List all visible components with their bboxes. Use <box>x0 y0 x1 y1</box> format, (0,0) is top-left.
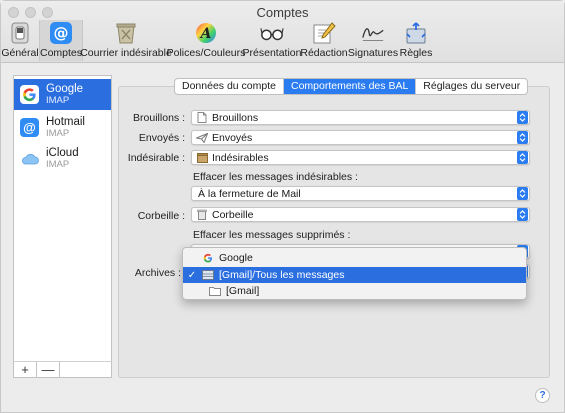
erase-junk-popup[interactable]: À la fermeture de Mail <box>191 186 530 201</box>
sent-mailbox-popup[interactable]: Envoyés <box>191 130 530 145</box>
drafts-mailbox-popup[interactable]: Brouillons <box>191 110 530 125</box>
account-type: IMAP <box>46 127 70 139</box>
popup-arrows-icon <box>517 131 528 144</box>
trash-icon <box>196 209 208 220</box>
google-icon <box>201 253 214 264</box>
help-button[interactable]: ? <box>535 388 550 403</box>
cloud-icon <box>20 149 39 168</box>
menu-item-google[interactable]: Google <box>183 250 526 266</box>
account-name: Google <box>46 82 84 95</box>
preferences-window: Comptes Général @ Comptes Courrier indés… <box>0 0 565 413</box>
account-item-icloud[interactable]: iCloud IMAP <box>14 143 111 174</box>
popup-arrows-icon <box>517 187 528 200</box>
toolbar-item-viewing[interactable]: Présentation <box>243 20 301 61</box>
add-account-button[interactable]: + <box>14 362 37 377</box>
erase-junk-value: À la fermeture de Mail <box>198 187 301 200</box>
account-tabs: Données du compte Comportements des BAL … <box>174 78 529 95</box>
sent-mailbox-value: Envoyés <box>212 131 253 144</box>
drafts-mailbox-value: Brouillons <box>212 111 259 124</box>
title-bar: Comptes Général @ Comptes Courrier indés… <box>1 1 564 63</box>
erase-junk-label: Effacer les messages indésirables : <box>193 171 358 183</box>
switch-icon <box>8 21 32 45</box>
svg-text:A: A <box>199 26 212 42</box>
junk-box-icon <box>196 152 208 163</box>
pencil-icon <box>312 21 336 45</box>
tab-account-info[interactable]: Données du compte <box>175 79 284 94</box>
menu-item-gmail-all-mail[interactable]: ✓ [Gmail]/Tous les messages <box>183 267 526 283</box>
sent-plane-icon <box>196 132 208 143</box>
erase-deleted-label: Effacer les messages supprimés : <box>193 229 351 241</box>
account-name: Hotmail <box>46 115 85 128</box>
toolbar-label: Comptes <box>40 47 83 59</box>
archive-label: Archives : <box>134 267 181 279</box>
toolbar-label: Règles <box>399 47 433 59</box>
account-type: IMAP <box>46 158 70 170</box>
trash-mailbox-value: Corbeille <box>212 208 254 221</box>
junk-mailbox-value: Indésirables <box>212 151 269 164</box>
archive-mailbox-menu: Google ✓ [Gmail]/Tous les messages [Gmai… <box>182 247 527 300</box>
toolbar-label: Courrier indésirable <box>80 47 172 59</box>
glasses-icon <box>260 21 284 45</box>
junk-label: Indésirable : <box>127 152 185 164</box>
toolbar-item-composing[interactable]: Rédaction <box>300 20 348 61</box>
toolbar-label: Signatures <box>347 47 399 59</box>
toolbar-label: Rédaction <box>300 47 348 59</box>
toolbar-item-general[interactable]: Général <box>1 20 39 61</box>
sent-label: Envoyés : <box>138 132 185 144</box>
rules-icon <box>404 21 428 45</box>
menu-item-label: [Gmail]/Tous les messages <box>219 269 345 281</box>
toolbar-item-signatures[interactable]: Signatures <box>347 20 399 61</box>
accounts-list: Google IMAP @ Hotmail IMAP iCloud IMAP <box>13 75 112 378</box>
popup-arrows-icon <box>517 208 528 221</box>
trash-label: Corbeille : <box>137 210 185 222</box>
accounts-list-controls: + — <box>13 361 112 378</box>
toolbar-label: Général <box>1 47 39 59</box>
at-icon: @ <box>49 21 73 45</box>
toolbar-item-rules[interactable]: Règles <box>399 20 433 61</box>
font-icon: A <box>194 21 218 45</box>
folder-icon <box>208 286 221 297</box>
account-item-hotmail[interactable]: @ Hotmail IMAP <box>14 112 111 143</box>
google-icon <box>20 85 39 104</box>
menu-item-label: Google <box>219 252 253 264</box>
preferences-toolbar: Général @ Comptes Courrier indésirable A… <box>1 20 433 63</box>
toolbar-label: Présentation <box>242 47 302 59</box>
menu-item-label: [Gmail] <box>226 285 260 297</box>
toolbar-item-junk-mail[interactable]: Courrier indésirable <box>80 20 172 61</box>
popup-arrows-icon <box>517 111 528 124</box>
svg-text:@: @ <box>54 24 69 42</box>
menu-item-gmail[interactable]: [Gmail] <box>183 283 526 299</box>
remove-account-button[interactable]: — <box>37 362 60 377</box>
archive-box-icon <box>201 270 214 281</box>
account-type: IMAP <box>46 94 70 106</box>
trash-mailbox-popup[interactable]: Corbeille <box>191 207 530 222</box>
checkmark-icon: ✓ <box>187 269 197 281</box>
signature-icon <box>361 21 385 45</box>
toolbar-item-fonts-colors[interactable]: A Polices/Couleurs <box>166 20 246 61</box>
account-item-google[interactable]: Google IMAP <box>14 79 111 110</box>
tab-server-settings[interactable]: Réglages du serveur <box>416 79 527 94</box>
account-name: iCloud <box>46 146 79 159</box>
toolbar-item-accounts[interactable]: @ Comptes <box>39 20 83 61</box>
at-icon: @ <box>20 118 39 137</box>
window-title: Comptes <box>256 5 309 20</box>
drafts-label: Brouillons : <box>133 112 185 124</box>
tab-mailbox-behaviors[interactable]: Comportements des BAL <box>283 79 417 94</box>
toolbar-label: Polices/Couleurs <box>166 47 246 59</box>
popup-arrows-icon <box>517 151 528 164</box>
document-icon <box>196 112 208 123</box>
junk-mailbox-popup[interactable]: Indésirables <box>191 150 530 165</box>
junk-bin-icon <box>114 21 138 45</box>
